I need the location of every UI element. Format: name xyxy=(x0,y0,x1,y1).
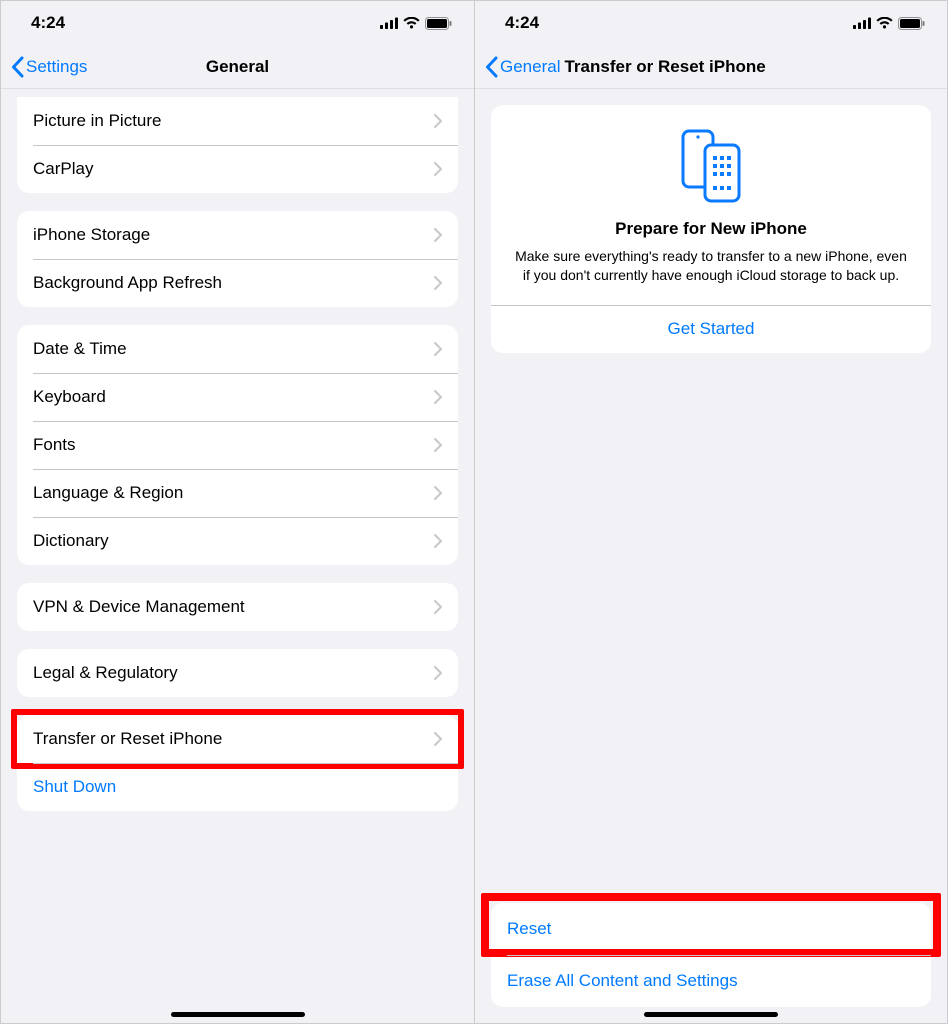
row-label: Erase All Content and Settings xyxy=(507,971,738,991)
screen-general: 4:24 Settings General Picture in Picture… xyxy=(1,1,474,1023)
chevron-right-icon xyxy=(434,276,442,290)
row-carplay[interactable]: CarPlay xyxy=(17,145,458,193)
back-label: General xyxy=(500,57,560,77)
status-bar: 4:24 xyxy=(475,1,947,45)
row-label: Dictionary xyxy=(33,531,434,551)
chevron-left-icon xyxy=(485,56,498,78)
row-legal-regulatory[interactable]: Legal & Regulatory xyxy=(17,649,458,697)
chevron-right-icon xyxy=(434,438,442,452)
get-started-button[interactable]: Get Started xyxy=(507,305,915,353)
status-indicators xyxy=(380,17,452,30)
chevron-right-icon xyxy=(434,228,442,242)
row-label: Picture in Picture xyxy=(33,111,434,131)
transfer-content: Prepare for New iPhone Make sure everyth… xyxy=(475,89,947,1023)
status-bar: 4:24 xyxy=(1,1,474,45)
chevron-right-icon xyxy=(434,732,442,746)
chevron-right-icon xyxy=(434,390,442,404)
row-label: VPN & Device Management xyxy=(33,597,434,617)
cellular-icon xyxy=(380,17,398,29)
device-transfer-icon xyxy=(507,127,915,205)
row-iphone-storage[interactable]: iPhone Storage xyxy=(17,211,458,259)
row-label: Background App Refresh xyxy=(33,273,434,293)
row-label: Legal & Regulatory xyxy=(33,663,434,683)
row-erase-all[interactable]: Erase All Content and Settings xyxy=(491,955,931,1007)
row-date-time[interactable]: Date & Time xyxy=(17,325,458,373)
row-language-region[interactable]: Language & Region xyxy=(17,469,458,517)
row-fonts[interactable]: Fonts xyxy=(17,421,458,469)
chevron-right-icon xyxy=(434,114,442,128)
status-time: 4:24 xyxy=(505,13,539,33)
group-vpn: VPN & Device Management xyxy=(17,583,458,631)
wifi-icon xyxy=(876,17,893,29)
row-label: Fonts xyxy=(33,435,434,455)
back-button-settings[interactable]: Settings xyxy=(11,56,87,78)
row-label: Reset xyxy=(507,919,551,939)
cellular-icon xyxy=(853,17,871,29)
row-label: CarPlay xyxy=(33,159,434,179)
card-body: Make sure everything's ready to transfer… xyxy=(507,247,915,285)
card-heading: Prepare for New iPhone xyxy=(507,219,915,239)
status-indicators xyxy=(853,17,925,30)
row-reset[interactable]: Reset xyxy=(491,903,931,955)
group-reset: Transfer or Reset iPhone Shut Down xyxy=(17,715,458,811)
back-button-general[interactable]: General xyxy=(485,56,560,78)
back-label: Settings xyxy=(26,57,87,77)
chevron-right-icon xyxy=(434,342,442,356)
row-label: Language & Region xyxy=(33,483,434,503)
group-reset-erase: Reset Erase All Content and Settings xyxy=(491,903,931,1007)
general-content: Picture in Picture CarPlay iPhone Storag… xyxy=(1,89,474,1023)
prepare-card: Prepare for New iPhone Make sure everyth… xyxy=(491,105,931,353)
group-legal: Legal & Regulatory xyxy=(17,649,458,697)
row-vpn-device-management[interactable]: VPN & Device Management xyxy=(17,583,458,631)
nav-bar: General Transfer or Reset iPhone xyxy=(475,45,947,89)
status-time: 4:24 xyxy=(31,13,65,33)
row-transfer-or-reset[interactable]: Transfer or Reset iPhone xyxy=(17,715,458,763)
row-background-app-refresh[interactable]: Background App Refresh xyxy=(17,259,458,307)
row-keyboard[interactable]: Keyboard xyxy=(17,373,458,421)
battery-icon xyxy=(898,17,925,30)
chevron-right-icon xyxy=(434,600,442,614)
chevron-left-icon xyxy=(11,56,24,78)
group-localization: Date & Time Keyboard Fonts Language & Re… xyxy=(17,325,458,565)
wifi-icon xyxy=(403,17,420,29)
row-label: Keyboard xyxy=(33,387,434,407)
row-label: iPhone Storage xyxy=(33,225,434,245)
row-picture-in-picture[interactable]: Picture in Picture xyxy=(17,97,458,145)
home-indicator[interactable] xyxy=(171,1012,305,1017)
chevron-right-icon xyxy=(434,162,442,176)
chevron-right-icon xyxy=(434,486,442,500)
group-media: Picture in Picture CarPlay xyxy=(17,97,458,193)
home-indicator[interactable] xyxy=(644,1012,778,1017)
battery-icon xyxy=(425,17,452,30)
chevron-right-icon xyxy=(434,666,442,680)
chevron-right-icon xyxy=(434,534,442,548)
page-title: General xyxy=(206,57,269,77)
row-label: Shut Down xyxy=(33,777,442,797)
group-storage: iPhone Storage Background App Refresh xyxy=(17,211,458,307)
page-title: Transfer or Reset iPhone xyxy=(564,57,765,77)
screen-transfer-reset: 4:24 General Transfer or Reset iPhone xyxy=(474,1,947,1023)
row-label: Transfer or Reset iPhone xyxy=(33,729,434,749)
row-shut-down[interactable]: Shut Down xyxy=(17,763,458,811)
row-dictionary[interactable]: Dictionary xyxy=(17,517,458,565)
nav-bar: Settings General xyxy=(1,45,474,89)
row-label: Date & Time xyxy=(33,339,434,359)
